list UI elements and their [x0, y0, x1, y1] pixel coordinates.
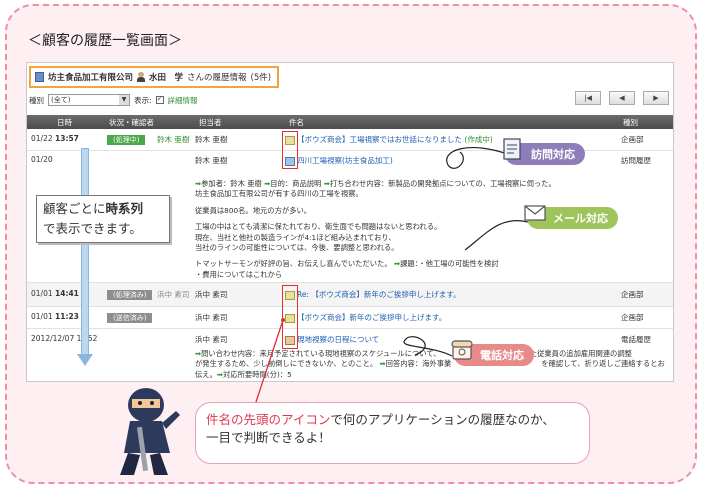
- document-icon: [503, 138, 521, 160]
- pointer-dot: [281, 318, 285, 322]
- timeline-arrow: [77, 148, 93, 368]
- ninja-mascot-icon: [120, 388, 180, 475]
- speech-pointer: [254, 319, 284, 406]
- speech-highlight: 件名の先頭の: [206, 412, 282, 427]
- mail-badge: メール対応: [524, 205, 618, 229]
- speech-highlight: アイコン: [281, 412, 331, 427]
- visit-badge-label: 訪問対応: [531, 148, 575, 161]
- speech-text: 一目で判断できるよ！: [206, 430, 331, 445]
- speech-text: で何のアプリケーションの履歴なのか、: [330, 412, 555, 427]
- visit-badge: 訪問対応: [503, 138, 585, 165]
- envelope-icon: [524, 205, 546, 221]
- phone-badge: 電話対応: [451, 340, 534, 366]
- timeline-callout: 顧客ごとに時系列 で表示できます。: [36, 195, 170, 243]
- phone-badge-label: 電話対応: [480, 349, 524, 362]
- callout-text: で表示できます。: [43, 221, 142, 236]
- speech-bubble: 件名の先頭のアイコンで何のアプリケーションの履歴なのか、 一目で判断できるよ！: [195, 402, 590, 464]
- phone-connector: [403, 336, 453, 357]
- callout-text: 顧客ごとに: [43, 201, 106, 216]
- mail-badge-label: メール対応: [553, 212, 608, 225]
- mail-connector: [464, 220, 529, 251]
- callout-emphasis: 時系列: [105, 201, 144, 216]
- phone-icon: [451, 340, 473, 360]
